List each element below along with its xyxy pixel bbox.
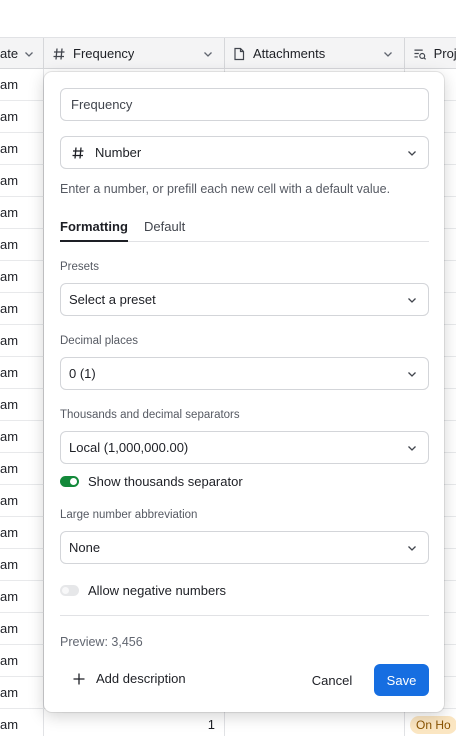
cell-date[interactable]: am <box>0 69 44 100</box>
table-row[interactable]: am 1 On Ho <box>0 709 456 736</box>
decimal-places-label: Decimal places <box>60 335 138 347</box>
field-name-input[interactable]: Frequency <box>60 88 429 121</box>
field-type-select[interactable]: Number <box>60 136 429 169</box>
column-header-date[interactable]: ate <box>0 38 44 69</box>
chevron-down-icon <box>204 52 212 57</box>
add-description-label: Add description <box>96 671 186 686</box>
column-header-label: ate <box>0 46 19 61</box>
toggle-knob <box>70 478 77 485</box>
chevron-down-icon <box>384 52 392 57</box>
decimal-places-value: 0 (1) <box>69 366 96 381</box>
presets-value: Select a preset <box>69 292 156 307</box>
column-header-attachments[interactable]: Attachments <box>225 38 405 69</box>
chevron-down-icon <box>408 298 416 303</box>
hash-icon <box>53 47 65 60</box>
tab-default[interactable]: Default <box>144 218 185 242</box>
separators-value: Local (1,000,000.00) <box>69 440 189 455</box>
cell-date[interactable]: am <box>0 261 44 292</box>
presets-select[interactable]: Select a preset <box>60 283 429 316</box>
file-icon <box>234 47 245 60</box>
hash-icon <box>72 146 84 159</box>
add-description-button[interactable]: Add description <box>72 671 186 686</box>
show-thousands-label: Show thousands separator <box>88 474 243 489</box>
tab-formatting[interactable]: Formatting <box>60 218 128 242</box>
cell-date[interactable]: am <box>0 325 44 356</box>
cell-date[interactable]: am <box>0 645 44 676</box>
cell-date[interactable]: am <box>0 389 44 420</box>
column-header-project[interactable]: Proj <box>405 38 456 69</box>
cell-attachments[interactable] <box>225 709 405 736</box>
cell-date[interactable]: am <box>0 357 44 388</box>
toggle-knob <box>62 587 69 594</box>
field-type-hint: Enter a number, or prefill each new cell… <box>60 182 391 196</box>
abbreviation-select[interactable]: None <box>60 531 429 564</box>
column-header-frequency[interactable]: Frequency <box>44 38 225 69</box>
plus-icon <box>73 673 85 684</box>
column-header-label: Frequency <box>73 46 135 61</box>
cell-date[interactable]: am <box>0 517 44 548</box>
field-name-value: Frequency <box>71 97 133 112</box>
lookup-icon <box>414 49 427 60</box>
status-badge: On Ho <box>410 716 456 734</box>
cell-date[interactable]: am <box>0 485 44 516</box>
save-button[interactable]: Save <box>374 664 429 696</box>
abbreviation-label: Large number abbreviation <box>60 509 198 521</box>
allow-negative-label: Allow negative numbers <box>88 583 227 598</box>
separators-label: Thousands and decimal separators <box>60 409 240 421</box>
field-config-dialog: Frequency Number Enter a number, or pref… <box>44 72 444 712</box>
cell-date[interactable]: am <box>0 677 44 708</box>
cell-date[interactable]: am <box>0 197 44 228</box>
preview-text: Preview: 3,456 <box>60 635 143 649</box>
cancel-button[interactable]: Cancel <box>302 664 362 696</box>
column-header-label: Attachments <box>253 46 326 61</box>
chevron-down-icon <box>408 372 416 377</box>
chevron-down-icon <box>408 446 416 451</box>
chevron-down-icon <box>408 546 416 551</box>
abbreviation-value: None <box>69 540 101 555</box>
column-header-label: Proj <box>433 46 456 61</box>
cell-date[interactable]: am <box>0 709 44 736</box>
chevron-down-icon <box>25 52 33 57</box>
cell-date[interactable]: am <box>0 101 44 132</box>
settings-tabs: Formatting Default <box>60 218 429 242</box>
show-thousands-row[interactable]: Show thousands separator <box>60 474 243 489</box>
allow-negative-row[interactable]: Allow negative numbers <box>60 583 226 598</box>
cell-date[interactable]: am <box>0 293 44 324</box>
presets-label: Presets <box>60 261 99 273</box>
show-thousands-toggle[interactable] <box>60 476 79 487</box>
decimal-places-select[interactable]: 0 (1) <box>60 357 429 390</box>
cell-frequency[interactable]: 1 <box>44 709 225 736</box>
allow-negative-toggle[interactable] <box>60 585 79 596</box>
cell-date[interactable]: am <box>0 133 44 164</box>
cell-date[interactable]: am <box>0 581 44 612</box>
chevron-down-icon <box>408 151 416 156</box>
field-type-value: Number <box>95 145 142 160</box>
divider <box>60 615 429 616</box>
cell-project[interactable]: On Ho <box>405 709 456 736</box>
cell-date[interactable]: am <box>0 165 44 196</box>
cell-date[interactable]: am <box>0 613 44 644</box>
cell-date[interactable]: am <box>0 229 44 260</box>
cell-date[interactable]: am <box>0 453 44 484</box>
cell-date[interactable]: am <box>0 421 44 452</box>
cell-date[interactable]: am <box>0 549 44 580</box>
grid-header: ate Frequency Attachments Proj <box>0 37 456 69</box>
separators-select[interactable]: Local (1,000,000.00) <box>60 431 429 464</box>
